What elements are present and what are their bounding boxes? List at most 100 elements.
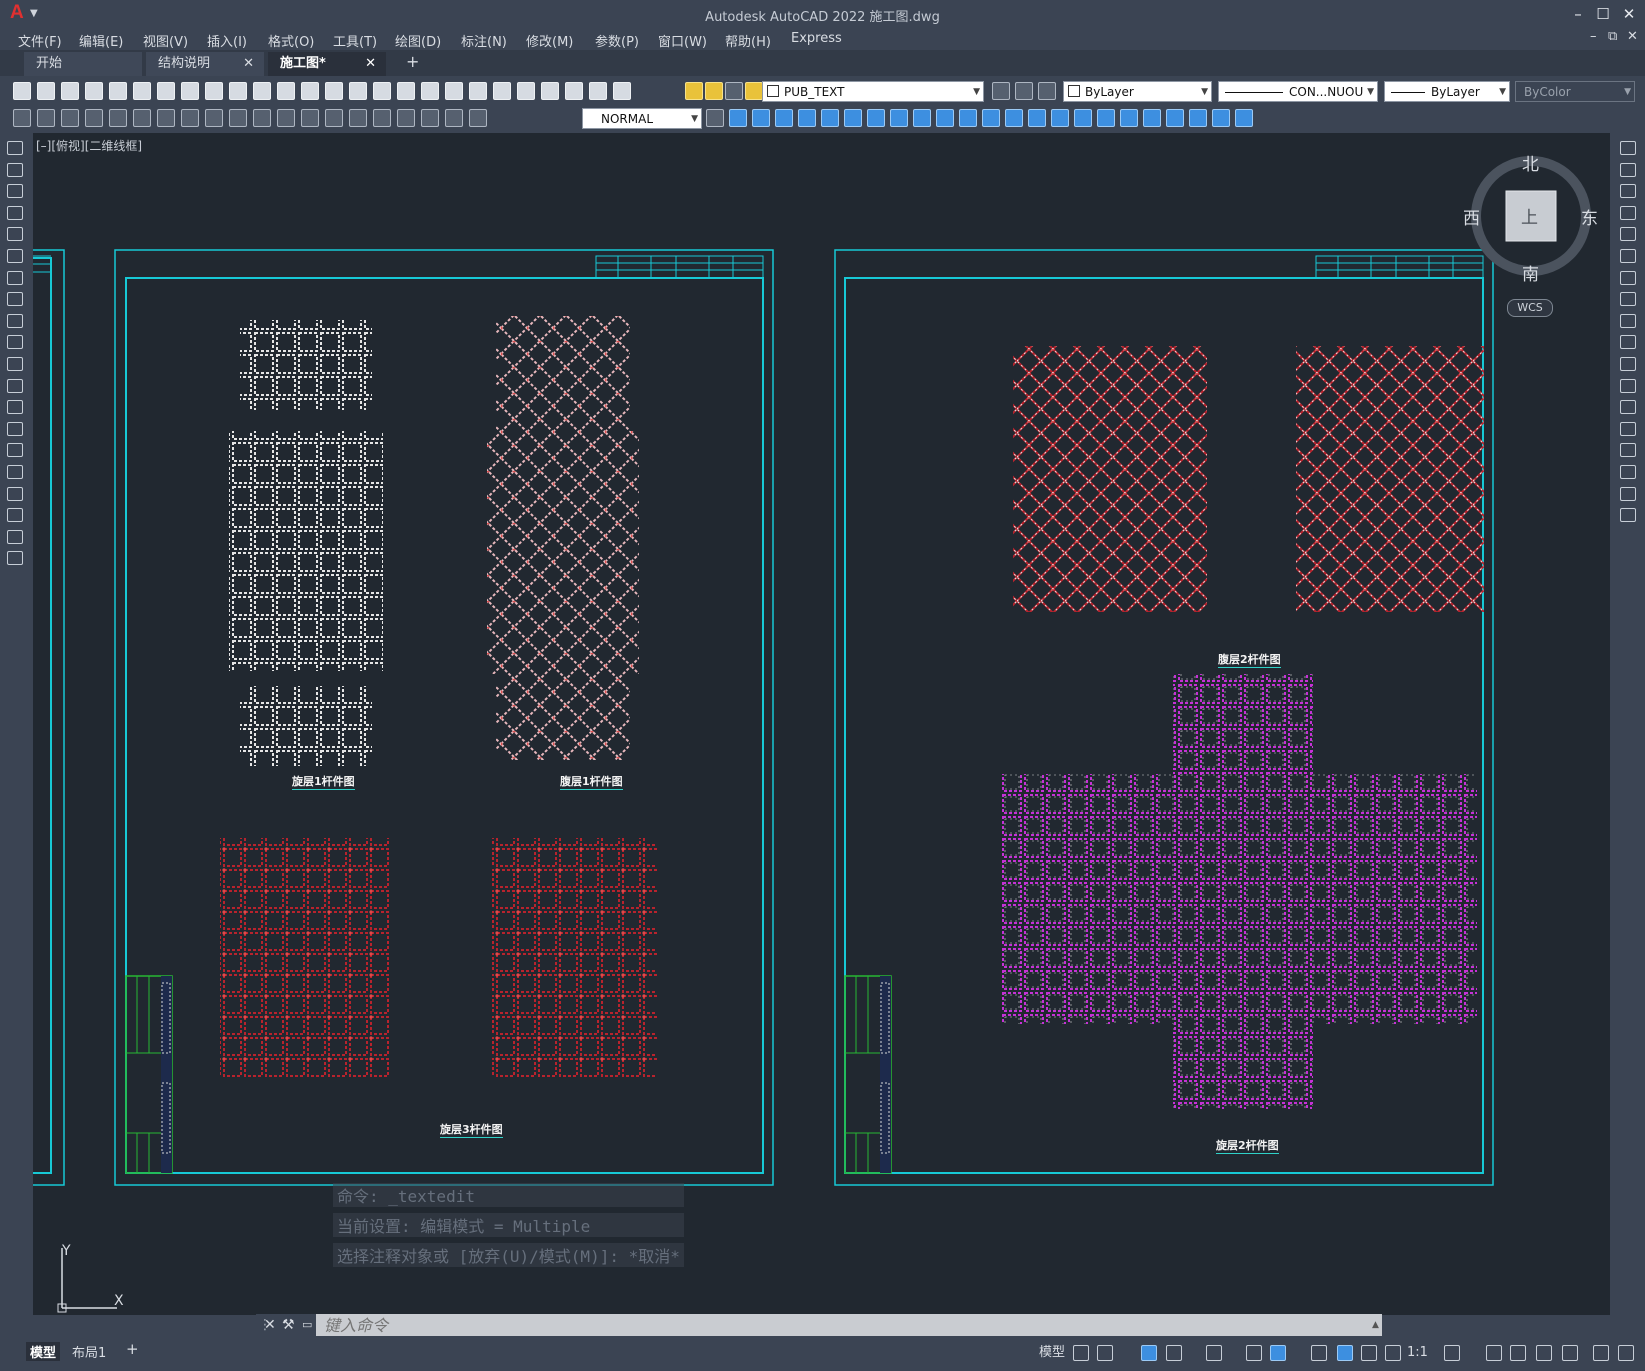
- menu-format[interactable]: 格式(O): [268, 31, 314, 50]
- layer-on-bulb-icon[interactable]: [685, 82, 703, 100]
- layout-tab-model[interactable]: 模型: [26, 1342, 61, 1361]
- compass-west-label[interactable]: 西: [1463, 204, 1480, 229]
- linetype-dropdown[interactable]: CON...NUOU ▼: [1218, 81, 1378, 102]
- erase-icon[interactable]: [729, 109, 747, 127]
- scale-icon[interactable]: [1620, 292, 1636, 307]
- spline-icon[interactable]: [7, 313, 23, 328]
- doc-close-button[interactable]: ✕: [1627, 29, 1638, 44]
- multiline-text-icon[interactable]: [7, 529, 23, 544]
- break-at-point-icon[interactable]: [1620, 378, 1636, 393]
- rotate-icon[interactable]: [1620, 270, 1636, 285]
- union-icon[interactable]: [1097, 109, 1115, 127]
- menu-window[interactable]: 窗口(W): [658, 31, 707, 50]
- dim-diameter-icon[interactable]: [157, 109, 175, 127]
- rectangle-icon[interactable]: [7, 227, 23, 242]
- command-history-chevron-up-icon[interactable]: ▲: [1372, 1314, 1379, 1336]
- close-button[interactable]: ✕: [1618, 3, 1640, 25]
- minimize-button[interactable]: –: [1567, 3, 1589, 25]
- tolerance-icon[interactable]: [325, 109, 343, 127]
- viewport-controls-label[interactable]: [–][俯视][二维线框]: [36, 137, 142, 154]
- viewcube-top-face[interactable]: 上: [1521, 203, 1538, 228]
- trim-icon[interactable]: [936, 109, 954, 127]
- dim-break-icon[interactable]: [301, 109, 319, 127]
- gradient-icon[interactable]: [7, 465, 23, 479]
- pan-icon[interactable]: [349, 82, 367, 100]
- recent-commands-icon[interactable]: ▭: [302, 1314, 312, 1336]
- chamfer-icon[interactable]: [1028, 109, 1046, 127]
- add-layout-button[interactable]: +: [126, 1340, 139, 1358]
- grid-display-icon[interactable]: [1073, 1345, 1089, 1361]
- snap-mode-icon[interactable]: [1097, 1345, 1113, 1361]
- dim-aligned-icon[interactable]: [37, 109, 55, 127]
- tab-structure-notes[interactable]: 结构说明 ✕: [146, 52, 264, 76]
- dim-style-icon[interactable]: [706, 109, 724, 127]
- polyline-icon[interactable]: [7, 184, 23, 199]
- menu-file[interactable]: 文件(F): [18, 31, 62, 50]
- fillet-icon[interactable]: [1051, 109, 1069, 127]
- wcs-menu-button[interactable]: WCS: [1507, 299, 1553, 317]
- plotstyle-dropdown[interactable]: ByColor ▼: [1515, 81, 1635, 102]
- viewcube[interactable]: 北 南 东 西 上: [1463, 154, 1598, 285]
- menu-parametric[interactable]: 参数(P): [595, 31, 639, 50]
- command-line-close-icon[interactable]: ✕: [264, 1314, 276, 1336]
- dim-baseline-icon[interactable]: [229, 109, 247, 127]
- compass-east-label[interactable]: 东: [1581, 204, 1598, 229]
- ortho-mode-icon[interactable]: [1141, 1345, 1157, 1361]
- menu-express[interactable]: Express: [791, 31, 842, 46]
- ellipse-arc-icon[interactable]: [7, 357, 23, 371]
- redo-icon[interactable]: [325, 82, 343, 100]
- design-center-icon[interactable]: [469, 82, 487, 100]
- save-icon[interactable]: [61, 82, 79, 100]
- circle-icon[interactable]: [7, 270, 23, 285]
- ungroup-icon[interactable]: [1235, 109, 1253, 127]
- graphics-performance-icon[interactable]: [1562, 1345, 1578, 1361]
- region-icon[interactable]: [1166, 109, 1184, 127]
- customization-menu-icon[interactable]: [1618, 1345, 1634, 1361]
- line-icon[interactable]: [7, 141, 23, 155]
- trim-icon[interactable]: [1620, 335, 1636, 350]
- dim-arc-icon[interactable]: [61, 109, 79, 127]
- dim-text-edit-icon[interactable]: [445, 109, 463, 127]
- dim-ordinate-icon[interactable]: [85, 109, 103, 127]
- region-icon[interactable]: [7, 486, 23, 501]
- clean-screen-icon[interactable]: [1593, 1345, 1609, 1361]
- compass-south-label[interactable]: 南: [1522, 260, 1539, 285]
- explode-icon[interactable]: [1074, 109, 1092, 127]
- center-mark-icon[interactable]: [349, 109, 367, 127]
- dim-jogged-icon[interactable]: [133, 109, 151, 127]
- menu-modify[interactable]: 修改(M): [526, 31, 573, 50]
- blend-curves-icon[interactable]: [1620, 486, 1636, 501]
- copy-icon[interactable]: [1620, 162, 1636, 177]
- layer-properties-icon[interactable]: [613, 82, 631, 100]
- zoom-previous-icon[interactable]: [421, 82, 439, 100]
- arc-icon[interactable]: [7, 249, 23, 263]
- auto-scale-icon[interactable]: [1361, 1345, 1377, 1361]
- revision-cloud-icon[interactable]: [7, 292, 23, 307]
- point-icon[interactable]: [7, 421, 23, 436]
- layer-thaw-sun-icon[interactable]: [705, 82, 723, 100]
- properties-icon[interactable]: [445, 82, 463, 100]
- stretch-icon[interactable]: [913, 109, 931, 127]
- rotate-icon[interactable]: [867, 109, 885, 127]
- boundary-icon[interactable]: [1189, 109, 1207, 127]
- customize-wrench-icon[interactable]: ⚒: [282, 1314, 295, 1336]
- inspection-icon[interactable]: [373, 109, 391, 127]
- isometric-drafting-icon[interactable]: [1206, 1345, 1222, 1361]
- layout-tab-layout1[interactable]: 布局1: [72, 1342, 106, 1361]
- group-icon[interactable]: [1212, 109, 1230, 127]
- help-icon[interactable]: [589, 82, 607, 100]
- dim-edit-icon[interactable]: [421, 109, 439, 127]
- ellipse-icon[interactable]: [7, 335, 23, 350]
- zoom-realtime-icon[interactable]: [373, 82, 391, 100]
- break-icon[interactable]: [982, 109, 1000, 127]
- layer-lock-icon[interactable]: [745, 82, 763, 100]
- sheet-set-icon[interactable]: [517, 82, 535, 100]
- workspace-gear-icon[interactable]: [1444, 1345, 1460, 1361]
- match-properties-icon[interactable]: [253, 82, 271, 100]
- object-snap-tracking-icon[interactable]: [1246, 1345, 1262, 1361]
- make-block-icon[interactable]: [7, 400, 23, 415]
- copy-icon[interactable]: [205, 82, 223, 100]
- dim-angular-icon[interactable]: [181, 109, 199, 127]
- menu-view[interactable]: 视图(V): [143, 31, 188, 50]
- layer-dropdown[interactable]: PUB_TEXT ▼: [762, 81, 984, 102]
